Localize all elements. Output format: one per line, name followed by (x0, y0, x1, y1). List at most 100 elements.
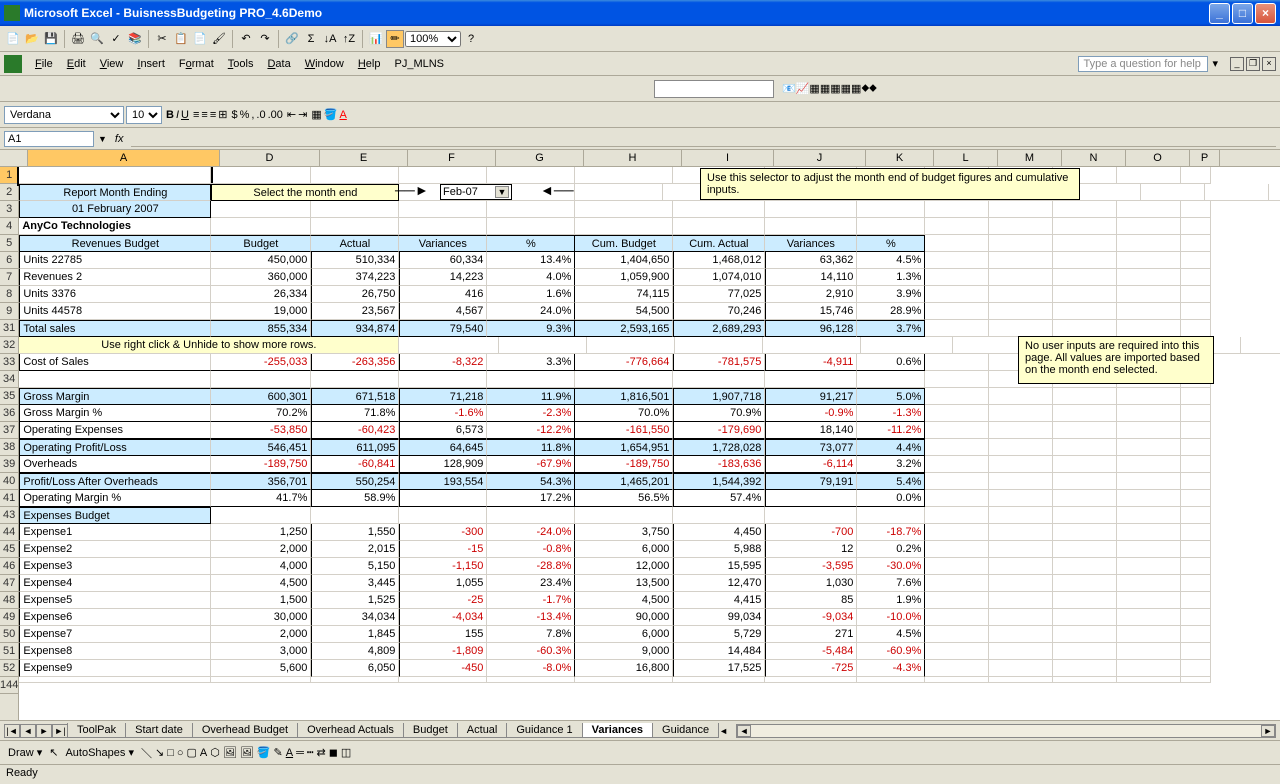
cell[interactable] (925, 507, 989, 524)
cell[interactable]: 2,000 (211, 541, 311, 558)
cell[interactable]: 7.6% (857, 575, 925, 592)
cell[interactable] (1117, 286, 1181, 303)
cell[interactable] (857, 677, 925, 683)
cell[interactable] (1053, 252, 1117, 269)
cell[interactable] (1117, 218, 1181, 235)
percent-icon[interactable]: % (240, 109, 250, 121)
row-header-144[interactable]: 144 (0, 677, 18, 694)
cell[interactable] (1117, 388, 1181, 405)
cell[interactable]: -3,595 (765, 558, 857, 575)
cell[interactable]: 5,150 (311, 558, 399, 575)
cell[interactable] (1053, 609, 1117, 626)
align-left-icon[interactable]: ≡ (193, 109, 199, 121)
cell[interactable]: 57.4% (673, 490, 765, 507)
cell[interactable] (1053, 626, 1117, 643)
cell[interactable] (1117, 507, 1181, 524)
cell[interactable] (925, 252, 989, 269)
dash-style-icon[interactable]: ┅ (307, 746, 314, 759)
cell[interactable]: 9.3% (487, 320, 575, 337)
cell[interactable]: 71,218 (399, 388, 487, 405)
col-header-L[interactable]: L (934, 150, 998, 166)
copy-icon[interactable]: 📋 (172, 30, 190, 48)
cell[interactable]: -8.0% (487, 660, 575, 677)
cell[interactable]: Operating Expenses (19, 422, 211, 439)
cell[interactable]: Expense7 (19, 626, 211, 643)
cell[interactable]: 2,910 (765, 286, 857, 303)
draw-menu[interactable]: Draw ▾ (4, 746, 46, 759)
cell[interactable]: -9,034 (765, 609, 857, 626)
cell[interactable] (763, 337, 861, 354)
cell[interactable] (989, 269, 1053, 286)
col-header-A[interactable]: A (28, 150, 220, 166)
cell[interactable]: 60,334 (399, 252, 487, 269)
cell[interactable]: -0.8% (487, 541, 575, 558)
cell[interactable] (925, 439, 989, 456)
open-icon[interactable]: 📂 (23, 30, 41, 48)
cell[interactable]: 3.2% (857, 456, 925, 473)
cell[interactable] (1117, 235, 1181, 252)
row-header-2[interactable]: 2 (0, 184, 18, 201)
shadow-icon[interactable]: ◼ (329, 746, 338, 759)
cell[interactable] (1181, 286, 1211, 303)
menu-pjmlns[interactable]: PJ_MLNS (387, 56, 451, 72)
cell[interactable] (1053, 490, 1117, 507)
cell[interactable] (399, 218, 487, 235)
cell[interactable]: -4,911 (765, 354, 857, 371)
cell[interactable]: -189,750 (575, 456, 673, 473)
cell[interactable]: Expense9 (19, 660, 211, 677)
cell[interactable] (925, 320, 989, 337)
cell[interactable] (1053, 218, 1117, 235)
row-header-1[interactable]: 1 (0, 167, 18, 184)
cell[interactable]: 12,470 (673, 575, 765, 592)
cell[interactable]: -28.8% (487, 558, 575, 575)
cell[interactable]: Units 44578 (19, 303, 211, 320)
sheet-tab-toolpak[interactable]: ToolPak (67, 723, 126, 738)
cell[interactable] (857, 507, 925, 524)
row-header-50[interactable]: 50 (0, 626, 18, 643)
cell[interactable]: 1,468,012 (673, 252, 765, 269)
cell[interactable]: 96,128 (765, 320, 857, 337)
cell[interactable] (989, 456, 1053, 473)
textbox-icon[interactable]: ▢ (187, 746, 197, 759)
line-color-icon[interactable]: ✎ (274, 746, 283, 759)
cell[interactable]: 70.2% (211, 405, 311, 422)
menu-view[interactable]: View (93, 56, 131, 72)
scroll-right-icon[interactable]: ► (1261, 725, 1275, 737)
cell[interactable]: 6,000 (575, 541, 673, 558)
paste-icon[interactable]: 📄 (191, 30, 209, 48)
cell[interactable] (989, 303, 1053, 320)
cell[interactable] (1181, 524, 1211, 541)
align-right-icon[interactable]: ≡ (210, 109, 216, 121)
cell[interactable]: -179,690 (673, 422, 765, 439)
col-header-E[interactable]: E (320, 150, 408, 166)
cell[interactable] (19, 167, 211, 184)
cell[interactable]: 5.0% (857, 388, 925, 405)
cell[interactable]: 3.9% (857, 286, 925, 303)
cell[interactable]: 11.8% (487, 439, 575, 456)
cell[interactable]: Expense1 (19, 524, 211, 541)
cell[interactable] (399, 201, 487, 218)
cell[interactable] (1053, 405, 1117, 422)
cell[interactable] (1117, 660, 1181, 677)
comma-icon[interactable]: , (251, 109, 254, 121)
cell[interactable]: -700 (765, 524, 857, 541)
cell[interactable]: 671,518 (311, 388, 399, 405)
cell[interactable] (925, 422, 989, 439)
cell[interactable]: 58.9% (311, 490, 399, 507)
cell[interactable] (925, 286, 989, 303)
cell[interactable] (575, 371, 673, 388)
cell[interactable] (1117, 609, 1181, 626)
italic-icon[interactable]: I (176, 109, 179, 121)
cell[interactable]: 550,254 (311, 473, 399, 490)
cell[interactable] (1181, 269, 1211, 286)
cell[interactable]: 5,729 (673, 626, 765, 643)
sheet-tab-variances[interactable]: Variances (582, 723, 653, 738)
3d-icon[interactable]: ◫ (341, 746, 351, 759)
cell[interactable]: 2,000 (211, 626, 311, 643)
cell[interactable] (575, 167, 673, 184)
cell[interactable]: -2.3% (487, 405, 575, 422)
drawing-icon[interactable]: ✏ (386, 30, 404, 48)
cell[interactable]: 4,450 (673, 524, 765, 541)
cell[interactable]: -255,033 (211, 354, 311, 371)
row-header-52[interactable]: 52 (0, 660, 18, 677)
